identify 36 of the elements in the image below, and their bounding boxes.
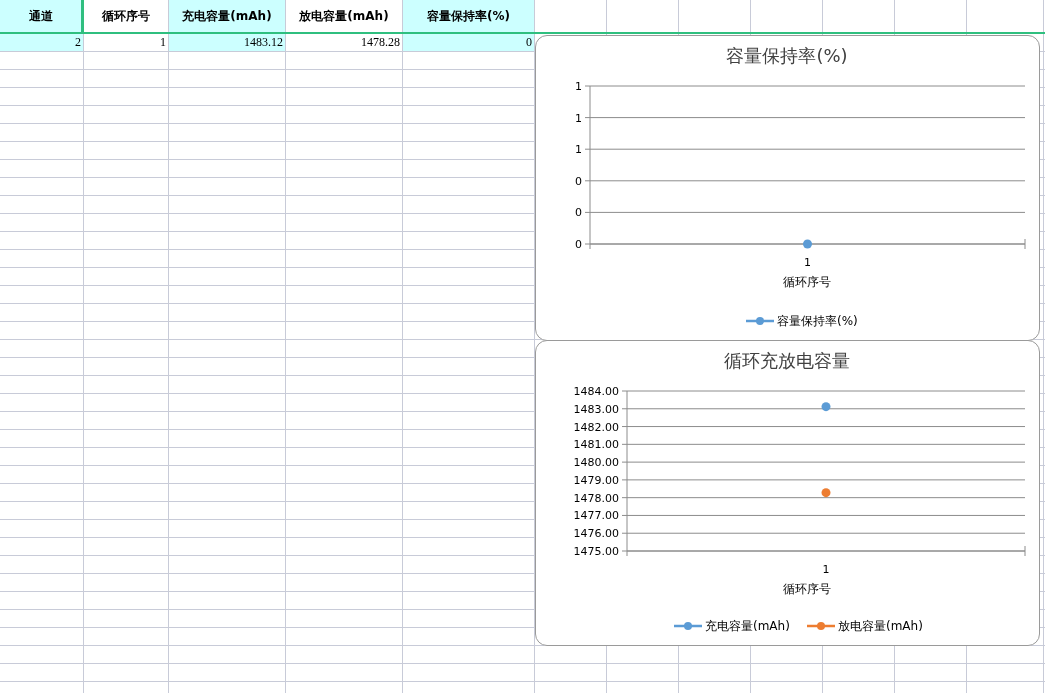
x-tick-label: 1 bbox=[804, 256, 811, 269]
chart-title: 循环充放电容量 bbox=[724, 350, 850, 371]
table-cell: 2 bbox=[0, 34, 84, 52]
x-axis-title: 循环序号 bbox=[783, 582, 831, 596]
table-cell: 1483.12 bbox=[169, 34, 286, 52]
y-tick-label: 1480.00 bbox=[573, 456, 619, 470]
y-tick-label: 1 bbox=[575, 111, 582, 125]
y-tick-label: 1 bbox=[575, 143, 582, 157]
y-tick-label: 1483.00 bbox=[573, 402, 619, 416]
column-header[interactable]: 容量保持率(%) bbox=[403, 0, 535, 32]
y-tick-label: 1484.00 bbox=[573, 385, 619, 398]
table-cell: 0 bbox=[403, 34, 535, 52]
y-tick-label: 0 bbox=[575, 238, 582, 251]
y-tick-label: 0 bbox=[575, 206, 582, 220]
y-tick-label: 1475.00 bbox=[573, 545, 619, 558]
legend-label: 充电容量(mAh) bbox=[705, 619, 790, 633]
y-tick-label: 1477.00 bbox=[573, 509, 619, 523]
data-point bbox=[821, 402, 831, 412]
chart-title: 容量保持率(%) bbox=[726, 45, 848, 66]
x-tick-label: 1 bbox=[822, 563, 830, 576]
data-point bbox=[803, 239, 812, 249]
y-tick-label: 1481.00 bbox=[573, 438, 619, 452]
y-tick-label: 1 bbox=[575, 80, 582, 93]
y-tick-label: 1478.00 bbox=[573, 491, 619, 505]
data-point bbox=[821, 488, 831, 498]
legend-label: 放电容量(mAh) bbox=[838, 619, 923, 633]
x-axis-title: 循环序号 bbox=[783, 275, 831, 289]
y-tick-label: 1476.00 bbox=[573, 527, 619, 541]
legend-marker-icon bbox=[746, 317, 774, 325]
legend-label: 容量保持率(%) bbox=[777, 314, 858, 328]
legend-marker-icon bbox=[674, 622, 702, 630]
legend-marker-icon bbox=[807, 622, 835, 630]
column-header[interactable]: 通道 bbox=[0, 0, 84, 32]
y-tick-label: 1479.00 bbox=[573, 473, 619, 487]
y-tick-label: 0 bbox=[575, 174, 582, 188]
y-tick-label: 1482.00 bbox=[573, 420, 619, 434]
